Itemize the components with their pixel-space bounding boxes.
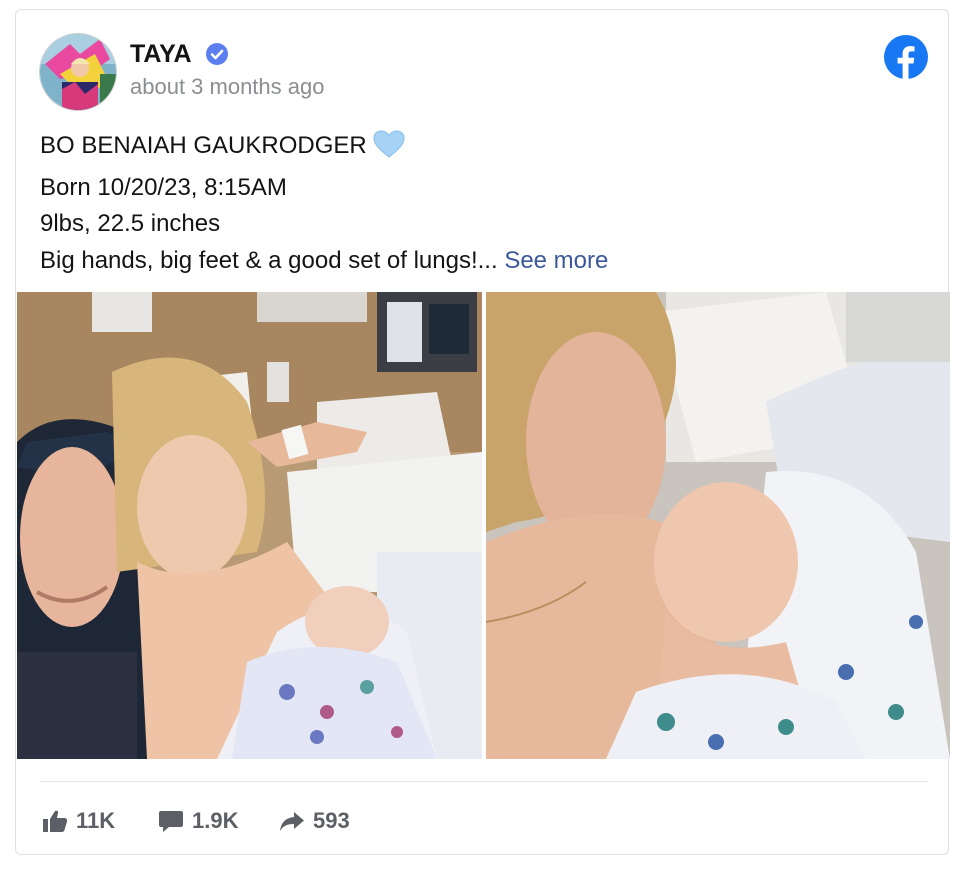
post-timestamp[interactable]: about 3 months ago bbox=[130, 74, 324, 100]
photo-newborn-on-mothers-chest bbox=[486, 292, 950, 759]
thumbs-up-icon bbox=[42, 809, 68, 833]
post-caption: BO BENAIAH GAUKRODGER Born 10/20/23, 8:1… bbox=[40, 128, 920, 279]
caption-line-details: Big hands, big feet & a good set of lung… bbox=[40, 243, 920, 280]
social-post-card: TAYA about 3 months ago BO BENAIAH GAUKR… bbox=[15, 9, 950, 855]
author-avatar[interactable] bbox=[39, 33, 117, 111]
like-count: 11K bbox=[76, 808, 116, 833]
post-photo-2[interactable] bbox=[486, 292, 950, 759]
caption-line-name: BO BENAIAH GAUKRODGER bbox=[40, 128, 920, 170]
share-button[interactable]: 593 bbox=[279, 806, 350, 836]
photo-parents-with-newborn-hospital-selfie bbox=[17, 292, 482, 759]
author-name[interactable]: TAYA bbox=[130, 40, 192, 69]
actions-divider bbox=[40, 781, 928, 782]
comment-count: 1.9K bbox=[192, 808, 239, 833]
facebook-icon[interactable] bbox=[884, 35, 928, 79]
see-more-link[interactable]: See more bbox=[504, 247, 608, 274]
post-photo-1[interactable] bbox=[17, 292, 482, 759]
comment-icon bbox=[158, 809, 184, 833]
caption-line-born: Born 10/20/23, 8:15AM bbox=[40, 173, 287, 201]
caption-line-weight: 9lbs, 22.5 inches bbox=[40, 210, 221, 237]
share-count: 593 bbox=[313, 808, 350, 833]
light-blue-heart-icon bbox=[373, 130, 405, 170]
caption-text: BO BENAIAH GAUKRODGER bbox=[40, 132, 367, 159]
verified-badge-icon bbox=[206, 43, 228, 65]
like-button[interactable]: 11K bbox=[42, 806, 115, 836]
share-arrow-icon bbox=[279, 809, 305, 833]
caption-text: Big hands, big feet & a good set of lung… bbox=[40, 246, 498, 274]
comment-button[interactable]: 1.9K bbox=[158, 806, 238, 836]
